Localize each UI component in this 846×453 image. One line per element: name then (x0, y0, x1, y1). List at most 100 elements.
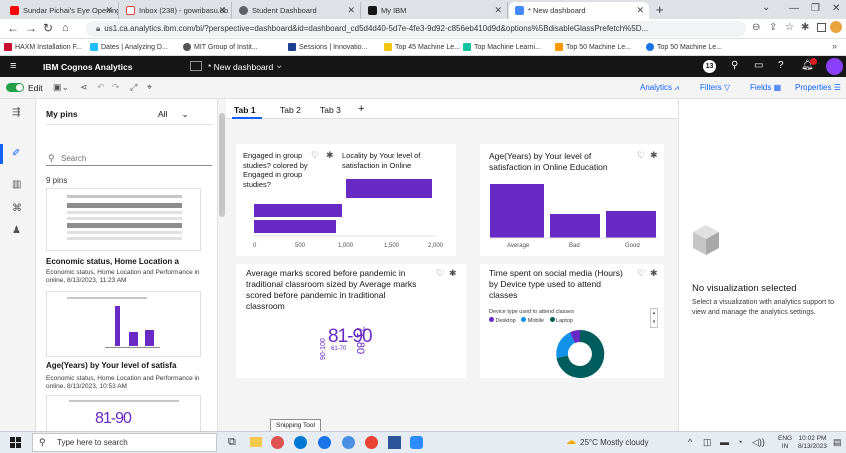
bookmark-item[interactable]: Top 50 Machine Le... (555, 43, 631, 51)
notifications-icon[interactable]: ▤ (833, 437, 842, 448)
user-avatar[interactable] (826, 58, 843, 75)
app-icon[interactable] (410, 436, 423, 449)
zoom-icon[interactable]: ⊖ (752, 22, 760, 33)
windows-start-icon[interactable] (10, 437, 21, 448)
widgets-icon[interactable]: ⌘ (12, 203, 22, 214)
forward-arrow-icon[interactable]: → (25, 21, 37, 35)
edit-toggle[interactable] (6, 83, 24, 92)
weather-text[interactable]: 25°C Mostly cloudy (580, 438, 649, 447)
back-arrow-icon[interactable]: ← (7, 21, 19, 35)
chevron-down-icon[interactable]: ⌄ (275, 60, 283, 71)
close-icon[interactable]: ✕ (218, 5, 226, 16)
bookmark-item[interactable]: Top Machine Learni... (463, 43, 541, 51)
close-icon[interactable]: ✕ (105, 5, 113, 16)
avatar[interactable] (830, 21, 842, 33)
url-bar[interactable]: 🔒︎ us1.ca.analytics.ibm.com/bi/?perspecti… (86, 21, 746, 37)
pins-search-input[interactable]: ⚲ Search (46, 150, 212, 166)
tab-search-chevron-icon[interactable]: ⌄ (762, 2, 770, 13)
expand-icon[interactable]: ⤢ (130, 82, 137, 93)
browser-tab-new-dashboard[interactable]: * New dashboard ✕ (509, 2, 649, 19)
viz-card-age-satisfaction[interactable]: Age(Years) by Your level of satisfaction… (480, 144, 664, 256)
bookmark-item[interactable]: Top 50 Machine Le... (646, 43, 722, 51)
taskbar-search-input[interactable]: ⚲ Type here to search (32, 433, 217, 452)
reload-icon[interactable]: ↻ (43, 21, 53, 35)
app-icon[interactable] (271, 436, 284, 449)
close-icon[interactable]: ✕ (494, 5, 502, 16)
file-explorer-icon[interactable] (250, 437, 262, 447)
bookmark-item[interactable]: Sessions | Innovatio... (288, 43, 367, 51)
task-view-icon[interactable]: ⧉ (228, 436, 236, 449)
help-icon[interactable]: ? (778, 60, 784, 71)
extensions-icon[interactable]: ✱ (801, 22, 809, 33)
bookmark-item[interactable]: HAXM Installation F... (4, 43, 82, 51)
share-icon[interactable]: ⋖ (80, 82, 88, 93)
browser-tab-youtube[interactable]: Sundar Pichai's Eye Opening ✕ (4, 2, 119, 19)
pins-filter-select[interactable]: All ⌄ (158, 109, 189, 120)
close-icon[interactable]: ✕ (636, 5, 644, 16)
assistant-icon[interactable]: ♟ (12, 225, 21, 236)
undo-icon[interactable]: ↶ (97, 82, 105, 93)
tray-chevron-icon[interactable]: ^ (688, 437, 692, 447)
star-icon[interactable]: ☆ (785, 22, 794, 33)
close-icon[interactable]: ✕ (347, 5, 355, 16)
app-icon[interactable] (342, 436, 355, 449)
network-icon[interactable]: ◫ (703, 437, 712, 448)
pin-thumbnail-bar[interactable] (46, 291, 201, 357)
close-window-button[interactable]: ✕ (832, 3, 840, 14)
battery-icon[interactable]: ▬ (720, 437, 729, 447)
pin-thumbnail-wordcloud[interactable]: 81-90 (46, 395, 201, 431)
scroll-thumb[interactable] (219, 113, 225, 217)
analytics-button[interactable]: Analytics ⩘ (640, 83, 679, 93)
pin-thumbnail-table[interactable] (46, 188, 201, 251)
pin-icon[interactable]: ♡ (637, 268, 645, 279)
minimize-button[interactable]: — (789, 3, 799, 14)
pin-icon[interactable]: ♡ (436, 268, 444, 279)
word-icon[interactable] (388, 436, 401, 449)
redo-icon[interactable]: ↷ (112, 82, 120, 93)
browser-tab-student-dashboard[interactable]: Student Dashboard ✕ (233, 2, 361, 19)
legend-scroll[interactable]: ▴ ▾ (650, 308, 658, 328)
settings-icon[interactable]: ✱ (449, 268, 457, 279)
tab-3[interactable]: Tab 3 (320, 105, 341, 115)
sidepanel-icon[interactable] (817, 23, 826, 32)
viz-card-engaged-group[interactable]: Engaged in group studies? colored by Eng… (236, 144, 456, 256)
settings-icon[interactable]: ✱ (650, 268, 658, 279)
edge-icon[interactable] (294, 436, 307, 449)
properties-button[interactable]: Properties ☰ (795, 83, 841, 92)
visualization-icon[interactable]: ▥ (12, 179, 21, 190)
hamburger-menu-icon[interactable]: ≡ (10, 60, 16, 72)
wifi-icon[interactable]: ◔ (737, 437, 742, 447)
dashboard-title[interactable]: * New dashboard (208, 62, 273, 72)
home-icon[interactable]: ⌂ (62, 22, 69, 34)
add-tab-button[interactable]: + (358, 103, 364, 115)
pin-title[interactable]: Age(Years) by Your level of satisfa (46, 361, 176, 370)
clock[interactable]: 10:02 PM 8/13/2023 (798, 435, 827, 451)
browser-tab-my-ibm[interactable]: My IBM ✕ (362, 2, 508, 19)
tab-1[interactable]: Tab 1 (234, 105, 256, 115)
volume-icon[interactable]: ◁)) (752, 437, 765, 448)
pointer-icon[interactable]: ⌖ (147, 82, 152, 93)
more-bookmarks-icon[interactable]: » (832, 41, 837, 51)
language-indicator[interactable]: ENG IN (778, 435, 792, 451)
chrome-icon[interactable] (365, 436, 378, 449)
bookmark-item[interactable]: Top 45 Machine Le... (384, 43, 460, 51)
pin-icon[interactable]: ✐ (12, 148, 20, 159)
new-tab-button[interactable]: + (656, 2, 664, 17)
tab-2[interactable]: Tab 2 (280, 105, 301, 115)
bookmark-item[interactable]: Dates | Analyzing D... (90, 43, 168, 51)
fields-button[interactable]: Fields ▦ (750, 83, 781, 92)
search-icon[interactable]: ⚲ (731, 60, 738, 71)
filters-button[interactable]: Filters ▽ (700, 83, 730, 92)
viz-card-average-marks[interactable]: Average marks scored before pandemic in … (236, 264, 466, 378)
bookmark-item[interactable]: MIT Group of Instit... (183, 43, 258, 51)
maximize-button[interactable]: ❐ (811, 3, 820, 14)
notification-count-badge[interactable]: 13 (703, 60, 716, 73)
pin-list-icon[interactable]: ⇶ (12, 107, 20, 118)
chat-icon[interactable]: ▭ (754, 60, 763, 71)
share-icon[interactable]: ⇪ (769, 22, 777, 33)
browser-tab-gmail[interactable]: Inbox (238) - gowribasu.db ✕ (120, 2, 232, 19)
app-icon[interactable] (318, 436, 331, 449)
pin-title[interactable]: Economic status, Home Location a (46, 257, 179, 266)
viz-card-social-media[interactable]: Time spent on social media (Hours) by De… (480, 264, 664, 378)
pins-scrollbar[interactable] (218, 99, 226, 431)
